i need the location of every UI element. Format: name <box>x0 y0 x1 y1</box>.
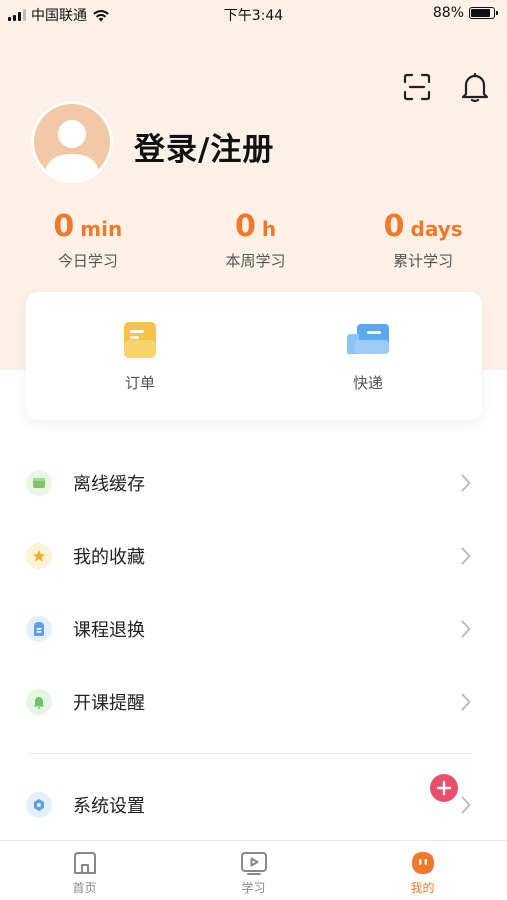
home-icon <box>73 852 96 874</box>
delivery-icon <box>347 324 389 354</box>
avatar[interactable] <box>31 101 113 183</box>
stat-unit: days <box>410 217 463 241</box>
tab-study[interactable]: 学习 <box>169 841 338 900</box>
stat-value: 0 <box>383 209 405 244</box>
menu-item-offline-cache[interactable]: 离线缓存 <box>0 446 507 519</box>
menu-divider <box>26 753 472 754</box>
chevron-right-icon <box>461 474 471 491</box>
offline-cache-icon <box>26 469 52 496</box>
chevron-right-icon <box>461 796 471 813</box>
stat-total: 0 days 累计学习 <box>339 208 507 271</box>
chevron-right-icon <box>461 620 471 637</box>
quick-access-card: 订单 快递 <box>26 292 482 420</box>
tab-mine[interactable]: 我的 <box>338 841 507 900</box>
menu-item-course-return[interactable]: 课程退换 <box>0 592 507 665</box>
course-return-icon <box>26 615 52 642</box>
menu-item-settings[interactable]: 系统设置 <box>0 768 507 841</box>
delivery-entry[interactable]: 快递 <box>254 292 482 420</box>
battery-icon <box>469 7 498 19</box>
floating-add-button[interactable] <box>430 774 458 802</box>
settings-icon <box>26 791 52 818</box>
tab-home[interactable]: 首页 <box>0 841 169 900</box>
stat-value: 0 <box>234 209 256 244</box>
play-icon <box>240 852 267 875</box>
stat-unit: min <box>80 217 123 241</box>
stat-label: 今日学习 <box>57 252 118 270</box>
login-register-link[interactable]: 登录/注册 <box>134 124 274 169</box>
star-icon <box>26 542 52 569</box>
my-page: 中国联通 下午3:44 88% 登录/注册 0 min 今日学习 0 h 本周学… <box>0 0 507 900</box>
tab-label: 首页 <box>72 881 97 895</box>
avatar-placeholder-icon <box>34 104 110 180</box>
status-bar: 中国联通 下午3:44 88% <box>0 0 507 28</box>
chevron-right-icon <box>461 693 471 710</box>
stat-label: 本周学习 <box>225 252 286 270</box>
status-right: 88% <box>432 5 498 21</box>
tab-label: 学习 <box>241 881 266 895</box>
menu-label: 我的收藏 <box>73 546 145 568</box>
card-label: 快递 <box>352 374 383 392</box>
menu-label: 课程退换 <box>73 619 145 641</box>
mine-icon <box>411 852 434 874</box>
notification-bell-icon[interactable] <box>458 70 492 104</box>
stat-today: 0 min 今日学习 <box>4 208 172 271</box>
stat-week: 0h 本周学习 <box>172 208 340 271</box>
menu-label: 开课提醒 <box>73 692 145 714</box>
menu-item-favorites[interactable]: 我的收藏 <box>0 519 507 592</box>
menu-label: 系统设置 <box>73 795 145 817</box>
menu-label: 离线缓存 <box>73 473 145 495</box>
bottom-tab-bar: 首页 学习 我的 <box>0 840 507 900</box>
plus-icon <box>437 781 451 795</box>
menu-list: 离线缓存 我的收藏 课程退换 开课提醒 <box>0 446 507 738</box>
stat-label: 累计学习 <box>393 252 454 270</box>
study-stats: 0 min 今日学习 0h 本周学习 0 days 累计学习 <box>0 208 507 271</box>
order-icon <box>124 322 156 358</box>
chevron-right-icon <box>461 547 471 564</box>
bell-reminder-icon <box>26 688 52 715</box>
order-entry[interactable]: 订单 <box>26 292 254 420</box>
stat-unit: h <box>261 217 277 241</box>
tab-label: 我的 <box>410 881 435 895</box>
stat-value: 0 <box>53 209 75 244</box>
scan-icon[interactable] <box>400 70 434 104</box>
battery-percent: 88% <box>432 5 464 21</box>
status-time: 下午3:44 <box>223 8 284 24</box>
menu-item-course-reminder[interactable]: 开课提醒 <box>0 665 507 738</box>
card-label: 订单 <box>124 374 155 392</box>
